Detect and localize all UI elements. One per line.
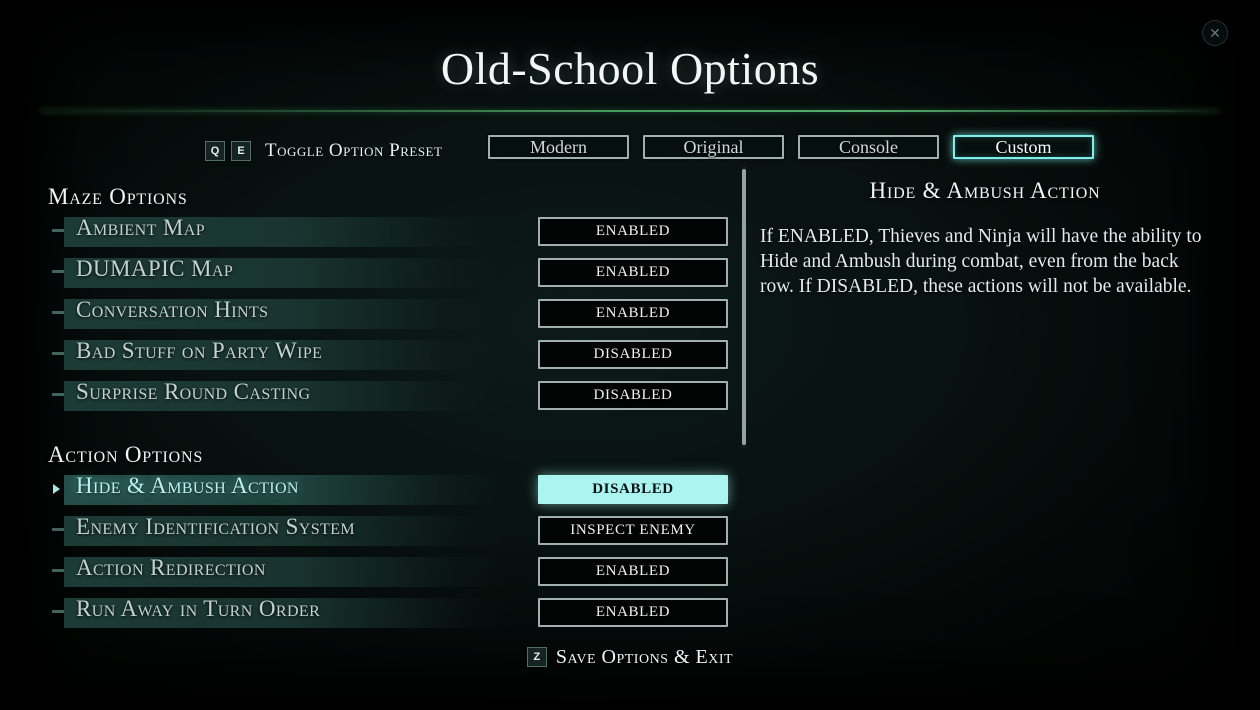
option-value-button[interactable]: ENABLED	[538, 258, 728, 287]
preset-button-group: Modern Original Console Custom	[488, 135, 1094, 159]
options-panel: ✕ Old-School Options Q E Toggle Option P…	[26, 6, 1234, 700]
row-dash-icon	[52, 229, 64, 232]
option-label: Surprise Round Casting	[76, 379, 311, 404]
preset-hint-label: Toggle Option Preset	[265, 140, 443, 161]
preset-button-original[interactable]: Original	[643, 135, 784, 159]
row-dash-icon	[52, 311, 64, 314]
page-title: Old-School Options	[440, 43, 820, 94]
section-heading-action: Action Options	[48, 442, 204, 467]
option-label: Conversation Hints	[76, 297, 269, 322]
preset-button-modern[interactable]: Modern	[488, 135, 629, 159]
option-label: Ambient Map	[76, 215, 205, 240]
option-row[interactable]: DUMAPIC Map ENABLED	[26, 256, 766, 288]
option-row[interactable]: Ambient Map ENABLED	[26, 215, 766, 247]
option-label: Bad Stuff on Party Wipe	[76, 338, 323, 363]
option-row[interactable]: Conversation Hints ENABLED	[26, 297, 766, 329]
option-value-button[interactable]: ENABLED	[538, 299, 728, 328]
option-value-button[interactable]: DISABLED	[538, 340, 728, 369]
option-value-button[interactable]: DISABLED	[538, 381, 728, 410]
save-options-exit-label: Save Options & Exit	[555, 645, 734, 668]
option-label: Enemy Identification System	[76, 514, 356, 539]
option-value-button[interactable]: ENABLED	[538, 598, 728, 627]
option-value-button[interactable]: ENABLED	[538, 217, 728, 246]
close-icon[interactable]: ✕	[1202, 20, 1228, 46]
option-label: DUMAPIC Map	[76, 256, 234, 281]
option-row[interactable]: Run Away in Turn Order ENABLED	[26, 596, 766, 628]
option-label: Run Away in Turn Order	[76, 596, 321, 621]
option-value-button[interactable]: DISABLED	[538, 475, 728, 504]
row-dash-icon	[52, 352, 64, 355]
description-body: If ENABLED, Thieves and Ninja will have …	[760, 226, 1202, 297]
preset-button-custom[interactable]: Custom	[953, 135, 1094, 159]
preset-toggle-row: Q E Toggle Option Preset Modern Original C…	[26, 134, 1234, 168]
option-value-button[interactable]: INSPECT ENEMY	[538, 516, 728, 545]
row-dash-icon	[52, 610, 64, 613]
key-badge-z: Z	[526, 647, 547, 667]
selection-arrow-icon	[53, 484, 60, 494]
options-list: Maze Options Ambient Map ENABLED DUMAPIC Ma…	[26, 184, 766, 634]
row-dash-icon	[52, 528, 64, 531]
option-row[interactable]: Hide & Ambush Action DISABLED	[26, 473, 766, 505]
row-dash-icon	[52, 270, 64, 273]
option-row[interactable]: Surprise Round Casting DISABLED	[26, 379, 766, 411]
option-row[interactable]: Action Redirection ENABLED	[26, 555, 766, 587]
row-dash-icon	[52, 569, 64, 572]
options-scrollbar-thumb[interactable]	[742, 169, 746, 445]
row-dash-icon	[52, 393, 64, 396]
option-row[interactable]: Enemy Identification System INSPECT ENEMY	[26, 514, 766, 546]
preset-button-console[interactable]: Console	[798, 135, 939, 159]
footer-actions[interactable]: Z Save Options & Exit	[26, 642, 1234, 672]
section-heading-maze: Maze Options	[48, 184, 188, 209]
option-value-button[interactable]: ENABLED	[538, 557, 728, 586]
header-divider	[40, 110, 1220, 112]
option-row[interactable]: Bad Stuff on Party Wipe DISABLED	[26, 338, 766, 370]
option-label: Hide & Ambush Action	[76, 473, 299, 498]
description-panel: Hide & Ambush Action If ENABLED, Thieves…	[760, 178, 1210, 299]
key-badge-e: E	[231, 141, 251, 161]
option-label: Action Redirection	[76, 555, 266, 580]
description-title: Hide & Ambush Action	[869, 178, 1101, 203]
key-badge-q: Q	[205, 141, 225, 161]
game-options-screen: ✕ Old-School Options Q E Toggle Option P…	[0, 0, 1260, 710]
preset-hint: Q E Toggle Option Preset	[205, 134, 442, 168]
